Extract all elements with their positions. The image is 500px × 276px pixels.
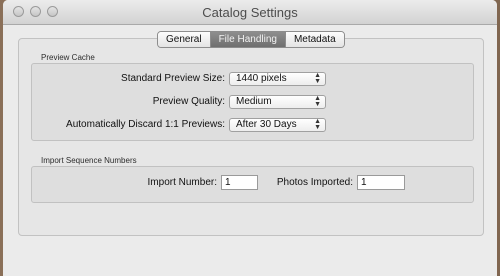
tab-metadata[interactable]: Metadata: [285, 32, 344, 47]
discard-previews-label: Automatically Discard 1:1 Previews:: [66, 119, 225, 130]
photos-imported-field[interactable]: 1: [357, 175, 405, 190]
standard-preview-size-label: Standard Preview Size:: [121, 73, 225, 84]
tab-general[interactable]: General: [158, 32, 211, 47]
tab-file-handling[interactable]: File Handling: [210, 32, 286, 47]
preview-quality-select[interactable]: Medium ▲ ▼: [229, 95, 326, 109]
discard-previews-select[interactable]: After 30 Days ▲ ▼: [229, 118, 326, 132]
discard-previews-value: After 30 Days: [236, 119, 297, 130]
up-down-arrows-icon: ▲ ▼: [314, 72, 321, 85]
up-down-arrows-icon: ▲ ▼: [314, 118, 321, 131]
preview-cache-group: Standard Preview Size: 1440 pixels ▲ ▼ Pr…: [31, 63, 474, 141]
up-down-arrows-icon: ▲ ▼: [314, 95, 321, 108]
file-handling-panel: Preview Cache Standard Preview Size: 144…: [18, 38, 484, 236]
photos-imported-label: Photos Imported:: [276, 177, 353, 188]
window-title: Catalog Settings: [202, 5, 298, 20]
tab-bar: General File Handling Metadata: [157, 31, 345, 48]
import-number-field[interactable]: 1: [221, 175, 258, 190]
import-number-label: Import Number:: [147, 177, 217, 188]
import-sequence-group: Import Number: 1 Photos Imported: 1: [31, 166, 474, 203]
standard-preview-size-select[interactable]: 1440 pixels ▲ ▼: [229, 72, 326, 86]
preview-cache-heading: Preview Cache: [41, 53, 95, 62]
preview-quality-label: Preview Quality:: [152, 96, 225, 107]
standard-preview-size-value: 1440 pixels: [236, 73, 287, 84]
import-sequence-heading: Import Sequence Numbers: [41, 156, 137, 165]
title-bar[interactable]: Catalog Settings: [3, 0, 497, 25]
preview-quality-value: Medium: [236, 96, 272, 107]
catalog-settings-window: Catalog Settings General File Handling M…: [3, 0, 497, 276]
